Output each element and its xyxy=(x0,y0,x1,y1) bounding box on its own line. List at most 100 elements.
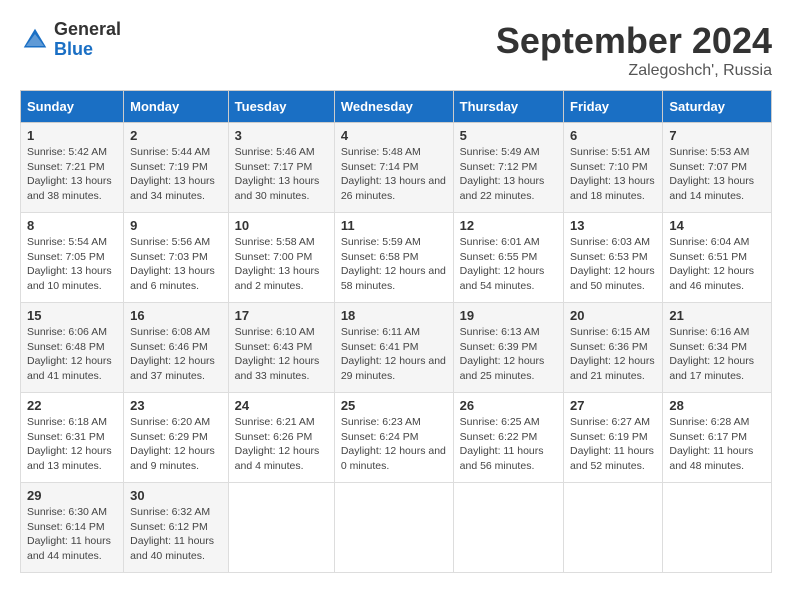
day-cell: 12 Sunrise: 6:01 AM Sunset: 6:55 PM Dayl… xyxy=(453,213,563,303)
day-info: Sunrise: 5:54 AM Sunset: 7:05 PM Dayligh… xyxy=(27,235,117,294)
day-cell: 13 Sunrise: 6:03 AM Sunset: 6:53 PM Dayl… xyxy=(564,213,663,303)
month-title: September 2024 xyxy=(496,20,772,62)
day-number: 19 xyxy=(460,308,557,323)
day-cell xyxy=(663,483,772,573)
day-info: Sunrise: 6:03 AM Sunset: 6:53 PM Dayligh… xyxy=(570,235,656,294)
day-info: Sunrise: 5:42 AM Sunset: 7:21 PM Dayligh… xyxy=(27,145,117,204)
header-saturday: Saturday xyxy=(663,91,772,123)
day-cell: 2 Sunrise: 5:44 AM Sunset: 7:19 PM Dayli… xyxy=(124,123,229,213)
day-number: 13 xyxy=(570,218,656,233)
day-number: 23 xyxy=(130,398,222,413)
day-cell: 7 Sunrise: 5:53 AM Sunset: 7:07 PM Dayli… xyxy=(663,123,772,213)
day-cell: 15 Sunrise: 6:06 AM Sunset: 6:48 PM Dayl… xyxy=(21,303,124,393)
day-number: 28 xyxy=(669,398,765,413)
day-cell: 26 Sunrise: 6:25 AM Sunset: 6:22 PM Dayl… xyxy=(453,393,563,483)
day-info: Sunrise: 5:53 AM Sunset: 7:07 PM Dayligh… xyxy=(669,145,765,204)
day-info: Sunrise: 6:32 AM Sunset: 6:12 PM Dayligh… xyxy=(130,505,222,564)
day-info: Sunrise: 6:21 AM Sunset: 6:26 PM Dayligh… xyxy=(235,415,328,474)
day-info: Sunrise: 6:10 AM Sunset: 6:43 PM Dayligh… xyxy=(235,325,328,384)
day-cell: 16 Sunrise: 6:08 AM Sunset: 6:46 PM Dayl… xyxy=(124,303,229,393)
day-number: 21 xyxy=(669,308,765,323)
day-number: 24 xyxy=(235,398,328,413)
logo-blue: Blue xyxy=(54,40,121,60)
day-number: 9 xyxy=(130,218,222,233)
day-number: 26 xyxy=(460,398,557,413)
days-header-row: SundayMondayTuesdayWednesdayThursdayFrid… xyxy=(21,91,772,123)
header-monday: Monday xyxy=(124,91,229,123)
day-cell: 19 Sunrise: 6:13 AM Sunset: 6:39 PM Dayl… xyxy=(453,303,563,393)
day-number: 16 xyxy=(130,308,222,323)
day-cell: 11 Sunrise: 5:59 AM Sunset: 6:58 PM Dayl… xyxy=(334,213,453,303)
header-sunday: Sunday xyxy=(21,91,124,123)
day-cell: 22 Sunrise: 6:18 AM Sunset: 6:31 PM Dayl… xyxy=(21,393,124,483)
header-friday: Friday xyxy=(564,91,663,123)
day-cell: 6 Sunrise: 5:51 AM Sunset: 7:10 PM Dayli… xyxy=(564,123,663,213)
header-tuesday: Tuesday xyxy=(228,91,334,123)
day-cell: 20 Sunrise: 6:15 AM Sunset: 6:36 PM Dayl… xyxy=(564,303,663,393)
day-cell: 27 Sunrise: 6:27 AM Sunset: 6:19 PM Dayl… xyxy=(564,393,663,483)
day-info: Sunrise: 5:49 AM Sunset: 7:12 PM Dayligh… xyxy=(460,145,557,204)
day-info: Sunrise: 6:11 AM Sunset: 6:41 PM Dayligh… xyxy=(341,325,447,384)
day-info: Sunrise: 6:13 AM Sunset: 6:39 PM Dayligh… xyxy=(460,325,557,384)
day-info: Sunrise: 6:28 AM Sunset: 6:17 PM Dayligh… xyxy=(669,415,765,474)
day-number: 11 xyxy=(341,218,447,233)
day-number: 12 xyxy=(460,218,557,233)
day-cell: 18 Sunrise: 6:11 AM Sunset: 6:41 PM Dayl… xyxy=(334,303,453,393)
day-cell: 21 Sunrise: 6:16 AM Sunset: 6:34 PM Dayl… xyxy=(663,303,772,393)
day-cell: 3 Sunrise: 5:46 AM Sunset: 7:17 PM Dayli… xyxy=(228,123,334,213)
day-info: Sunrise: 6:04 AM Sunset: 6:51 PM Dayligh… xyxy=(669,235,765,294)
day-number: 30 xyxy=(130,488,222,503)
logo: General Blue xyxy=(20,20,121,60)
day-info: Sunrise: 6:15 AM Sunset: 6:36 PM Dayligh… xyxy=(570,325,656,384)
week-row-3: 15 Sunrise: 6:06 AM Sunset: 6:48 PM Dayl… xyxy=(21,303,772,393)
day-number: 25 xyxy=(341,398,447,413)
day-info: Sunrise: 6:27 AM Sunset: 6:19 PM Dayligh… xyxy=(570,415,656,474)
day-number: 18 xyxy=(341,308,447,323)
logo-text: General Blue xyxy=(54,20,121,60)
day-cell xyxy=(228,483,334,573)
week-row-4: 22 Sunrise: 6:18 AM Sunset: 6:31 PM Dayl… xyxy=(21,393,772,483)
day-info: Sunrise: 6:20 AM Sunset: 6:29 PM Dayligh… xyxy=(130,415,222,474)
day-info: Sunrise: 6:18 AM Sunset: 6:31 PM Dayligh… xyxy=(27,415,117,474)
day-cell xyxy=(334,483,453,573)
day-info: Sunrise: 6:06 AM Sunset: 6:48 PM Dayligh… xyxy=(27,325,117,384)
page-header: General Blue September 2024 Zalegoshch',… xyxy=(20,20,772,80)
day-info: Sunrise: 5:48 AM Sunset: 7:14 PM Dayligh… xyxy=(341,145,447,204)
day-info: Sunrise: 6:30 AM Sunset: 6:14 PM Dayligh… xyxy=(27,505,117,564)
day-cell: 10 Sunrise: 5:58 AM Sunset: 7:00 PM Dayl… xyxy=(228,213,334,303)
day-number: 15 xyxy=(27,308,117,323)
day-number: 7 xyxy=(669,128,765,143)
header-thursday: Thursday xyxy=(453,91,563,123)
day-number: 29 xyxy=(27,488,117,503)
day-cell: 24 Sunrise: 6:21 AM Sunset: 6:26 PM Dayl… xyxy=(228,393,334,483)
day-cell: 4 Sunrise: 5:48 AM Sunset: 7:14 PM Dayli… xyxy=(334,123,453,213)
day-info: Sunrise: 5:44 AM Sunset: 7:19 PM Dayligh… xyxy=(130,145,222,204)
day-number: 5 xyxy=(460,128,557,143)
day-cell: 23 Sunrise: 6:20 AM Sunset: 6:29 PM Dayl… xyxy=(124,393,229,483)
title-area: September 2024 Zalegoshch', Russia xyxy=(496,20,772,80)
location: Zalegoshch', Russia xyxy=(496,62,772,80)
week-row-1: 1 Sunrise: 5:42 AM Sunset: 7:21 PM Dayli… xyxy=(21,123,772,213)
day-cell: 5 Sunrise: 5:49 AM Sunset: 7:12 PM Dayli… xyxy=(453,123,563,213)
week-row-5: 29 Sunrise: 6:30 AM Sunset: 6:14 PM Dayl… xyxy=(21,483,772,573)
day-cell: 25 Sunrise: 6:23 AM Sunset: 6:24 PM Dayl… xyxy=(334,393,453,483)
day-number: 22 xyxy=(27,398,117,413)
day-number: 17 xyxy=(235,308,328,323)
day-info: Sunrise: 5:59 AM Sunset: 6:58 PM Dayligh… xyxy=(341,235,447,294)
day-number: 1 xyxy=(27,128,117,143)
header-wednesday: Wednesday xyxy=(334,91,453,123)
day-cell: 17 Sunrise: 6:10 AM Sunset: 6:43 PM Dayl… xyxy=(228,303,334,393)
day-info: Sunrise: 5:46 AM Sunset: 7:17 PM Dayligh… xyxy=(235,145,328,204)
day-number: 14 xyxy=(669,218,765,233)
day-cell: 28 Sunrise: 6:28 AM Sunset: 6:17 PM Dayl… xyxy=(663,393,772,483)
day-info: Sunrise: 6:25 AM Sunset: 6:22 PM Dayligh… xyxy=(460,415,557,474)
day-cell: 30 Sunrise: 6:32 AM Sunset: 6:12 PM Dayl… xyxy=(124,483,229,573)
day-number: 4 xyxy=(341,128,447,143)
day-info: Sunrise: 6:08 AM Sunset: 6:46 PM Dayligh… xyxy=(130,325,222,384)
day-info: Sunrise: 6:23 AM Sunset: 6:24 PM Dayligh… xyxy=(341,415,447,474)
day-info: Sunrise: 5:51 AM Sunset: 7:10 PM Dayligh… xyxy=(570,145,656,204)
day-number: 27 xyxy=(570,398,656,413)
calendar-table: SundayMondayTuesdayWednesdayThursdayFrid… xyxy=(20,90,772,573)
day-number: 20 xyxy=(570,308,656,323)
day-cell: 14 Sunrise: 6:04 AM Sunset: 6:51 PM Dayl… xyxy=(663,213,772,303)
